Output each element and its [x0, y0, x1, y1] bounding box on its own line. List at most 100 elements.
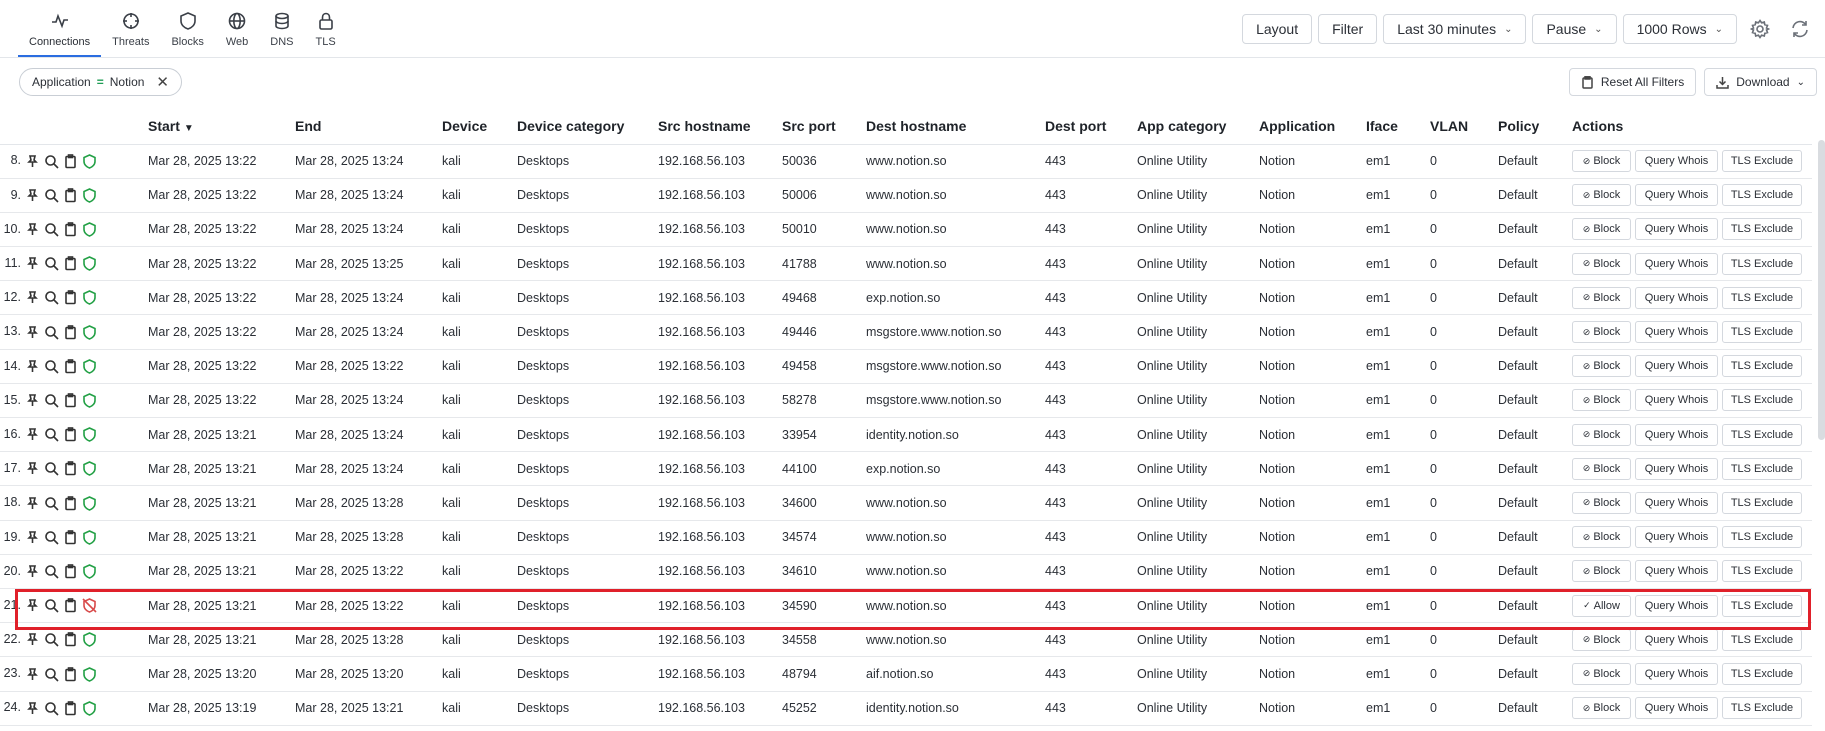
pin-icon[interactable] [25, 701, 40, 716]
tab-tls[interactable]: TLS [305, 0, 347, 57]
query-whois-button[interactable]: Query Whois [1635, 662, 1718, 685]
tls-exclude-button[interactable]: TLS Exclude [1722, 491, 1802, 514]
table-row[interactable]: 10. Mar 28, 2025 13:22 Mar 28, 2025 13:24 k… [0, 212, 1812, 248]
pin-icon[interactable] [25, 530, 40, 545]
table-row[interactable]: 13. Mar 28, 2025 13:22 Mar 28, 2025 13:24 k… [0, 314, 1812, 350]
clipboard-icon[interactable] [63, 461, 78, 476]
block-button[interactable]: ⊘ Block [1572, 423, 1631, 446]
block-button[interactable]: ⊘ Block [1572, 560, 1631, 583]
tab-connections[interactable]: Connections [18, 0, 102, 57]
block-button[interactable]: ⊘ Block [1572, 491, 1631, 514]
col-header-iface[interactable]: Iface [1366, 108, 1430, 145]
search-icon[interactable] [44, 530, 59, 545]
tls-exclude-button[interactable]: TLS Exclude [1722, 286, 1802, 309]
query-whois-button[interactable]: Query Whois [1635, 252, 1718, 275]
query-whois-button[interactable]: Query Whois [1635, 560, 1718, 583]
query-whois-button[interactable]: Query Whois [1635, 697, 1718, 720]
col-header-policy[interactable]: Policy [1498, 108, 1572, 145]
table-row[interactable]: 18. Mar 28, 2025 13:21 Mar 28, 2025 13:28 k… [0, 485, 1812, 521]
tls-exclude-button[interactable]: TLS Exclude [1722, 389, 1802, 412]
close-icon[interactable]: ✕ [156, 73, 169, 91]
block-button[interactable]: ⊘ Block [1572, 526, 1631, 549]
table-row[interactable]: 22. Mar 28, 2025 13:21 Mar 28, 2025 13:28 k… [0, 622, 1812, 658]
search-icon[interactable] [44, 667, 59, 682]
pin-icon[interactable] [25, 188, 40, 203]
pin-icon[interactable] [25, 222, 40, 237]
clipboard-icon[interactable] [63, 153, 78, 169]
table-row[interactable]: 11. Mar 28, 2025 13:22 Mar 28, 2025 13:25 k… [0, 246, 1812, 282]
tls-exclude-button[interactable]: TLS Exclude [1722, 252, 1802, 275]
search-icon[interactable] [44, 564, 59, 579]
col-header-start[interactable]: Start ▼ [148, 108, 295, 145]
clipboard-icon[interactable] [63, 393, 78, 408]
pin-icon[interactable] [25, 393, 40, 408]
tls-exclude-button[interactable]: TLS Exclude [1722, 628, 1802, 651]
tab-blocks[interactable]: Blocks [160, 0, 214, 57]
pin-icon[interactable] [25, 427, 40, 442]
clipboard-icon[interactable] [63, 529, 78, 545]
search-icon[interactable] [44, 393, 59, 408]
clipboard-icon[interactable] [63, 564, 78, 579]
block-button[interactable]: ⊘ Block [1572, 218, 1631, 241]
table-row[interactable]: 21. Mar 28, 2025 13:21 Mar 28, 2025 13:22 k… [0, 588, 1812, 624]
query-whois-button[interactable]: Query Whois [1635, 184, 1718, 207]
block-button[interactable]: ⊘ Block [1572, 355, 1631, 378]
refresh-button[interactable] [1783, 14, 1817, 44]
pin-icon[interactable] [25, 564, 40, 579]
table-row[interactable]: 20. Mar 28, 2025 13:21 Mar 28, 2025 13:22 k… [0, 554, 1812, 589]
query-whois-button[interactable]: Query Whois [1635, 423, 1718, 446]
tls-exclude-button[interactable]: TLS Exclude [1722, 150, 1802, 173]
tab-threats[interactable]: Threats [101, 0, 160, 57]
query-whois-button[interactable]: Query Whois [1635, 355, 1718, 378]
table-row[interactable]: 23. Mar 28, 2025 13:20 Mar 28, 2025 13:20 k… [0, 656, 1812, 692]
block-button[interactable]: ⊘ Block [1572, 628, 1631, 651]
search-icon[interactable] [44, 290, 59, 306]
block-button[interactable]: ⊘ Block [1572, 150, 1631, 173]
pin-icon[interactable] [25, 667, 40, 682]
search-icon[interactable] [44, 325, 59, 340]
search-icon[interactable] [44, 496, 59, 511]
clipboard-icon[interactable] [63, 256, 78, 271]
clipboard-icon[interactable] [63, 222, 78, 237]
filter-chip-application[interactable]: Application = Notion ✕ [19, 68, 182, 96]
clipboard-icon[interactable] [63, 598, 78, 613]
block-button[interactable]: ⊘ Block [1572, 697, 1631, 720]
block-button[interactable]: ⊘ Block [1572, 286, 1631, 309]
query-whois-button[interactable]: Query Whois [1635, 389, 1718, 412]
clipboard-icon[interactable] [63, 427, 78, 442]
pause-dropdown[interactable]: Pause ⌄ [1532, 14, 1617, 44]
block-button[interactable]: ⊘ Block [1572, 252, 1631, 275]
block-button[interactable]: ⊘ Block [1572, 389, 1631, 412]
tls-exclude-button[interactable]: TLS Exclude [1722, 184, 1802, 207]
pin-icon[interactable] [25, 461, 40, 476]
block-button[interactable]: ⊘ Block [1572, 457, 1631, 480]
col-header-dest-port[interactable]: Dest port [1045, 108, 1137, 145]
clipboard-icon[interactable] [63, 666, 78, 682]
search-icon[interactable] [44, 598, 59, 613]
col-header-device[interactable]: Device [442, 108, 517, 145]
tab-dns[interactable]: DNS [259, 0, 304, 57]
tls-exclude-button[interactable]: TLS Exclude [1722, 218, 1802, 241]
rows-dropdown[interactable]: 1000 Rows ⌄ [1622, 14, 1737, 44]
table-row[interactable]: 9. Mar 28, 2025 13:22 Mar 28, 2025 13:24 ka… [0, 178, 1812, 213]
col-header-src-port[interactable]: Src port [782, 108, 866, 145]
search-icon[interactable] [44, 427, 59, 442]
search-icon[interactable] [44, 222, 59, 237]
tab-web[interactable]: Web [215, 0, 259, 57]
table-row[interactable]: 15. Mar 28, 2025 13:22 Mar 28, 2025 13:24 k… [0, 383, 1812, 419]
tls-exclude-button[interactable]: TLS Exclude [1722, 594, 1802, 617]
query-whois-button[interactable]: Query Whois [1635, 321, 1718, 344]
clipboard-icon[interactable] [63, 700, 78, 716]
search-icon[interactable] [44, 701, 59, 716]
pin-icon[interactable] [25, 598, 40, 613]
query-whois-button[interactable]: Query Whois [1635, 526, 1718, 549]
pin-icon[interactable] [25, 290, 40, 305]
search-icon[interactable] [44, 359, 59, 374]
query-whois-button[interactable]: Query Whois [1635, 150, 1718, 173]
tls-exclude-button[interactable]: TLS Exclude [1722, 560, 1802, 583]
clipboard-icon[interactable] [63, 324, 78, 340]
download-dropdown[interactable]: Download ⌄ [1704, 68, 1817, 96]
query-whois-button[interactable]: Query Whois [1635, 457, 1718, 480]
tls-exclude-button[interactable]: TLS Exclude [1722, 457, 1802, 480]
col-header-device-category[interactable]: Device category [517, 108, 658, 145]
